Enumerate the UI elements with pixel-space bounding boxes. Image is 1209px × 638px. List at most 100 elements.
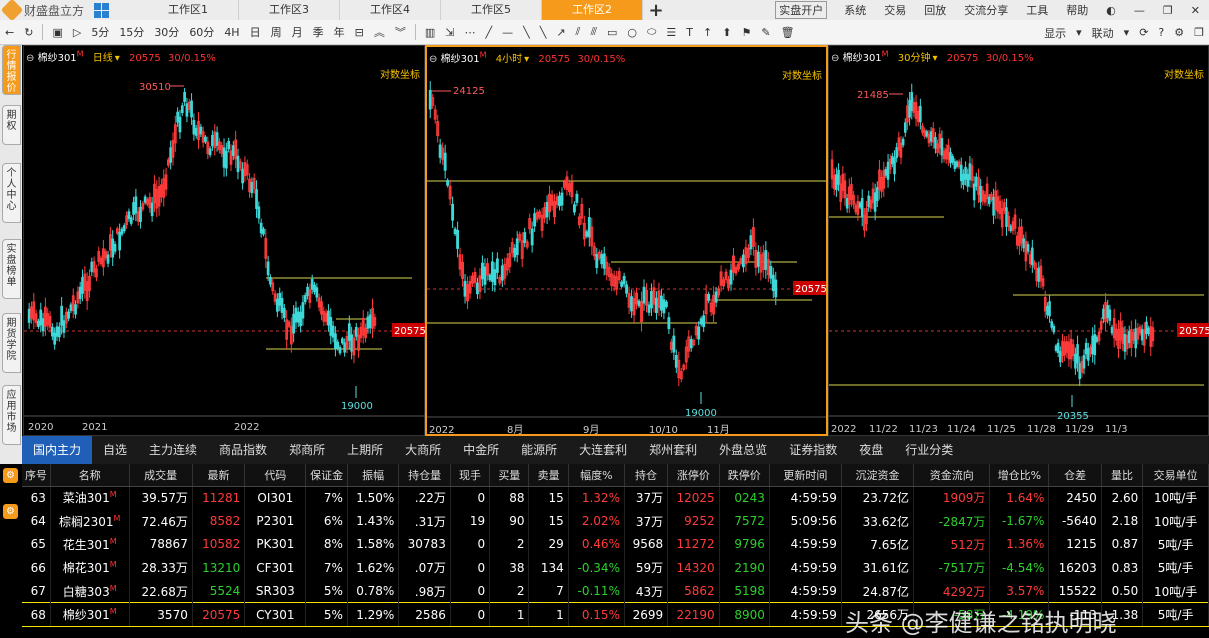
side-tab-ranking[interactable]: 实盘榜单: [2, 239, 21, 299]
period-selector[interactable]: 日线: [93, 53, 113, 64]
col-header-0[interactable]: 序号: [22, 464, 51, 487]
quote-gear-icon[interactable]: ⚙: [3, 468, 18, 483]
symbol-name[interactable]: 棉纱301: [441, 54, 480, 65]
menu-trade[interactable]: 交易: [875, 2, 915, 18]
col-header-9[interactable]: 买量: [489, 464, 530, 487]
col-header-15[interactable]: 更新时间: [769, 464, 842, 487]
table-row[interactable]: 65 花生301M 78867 10582 PK301 8% 1.58% 30783 0 2 29 0…: [22, 532, 1209, 557]
table-row[interactable]: 64 棕榈2301M 72.46万 8582 P2301 6% 1.43% .31万 19 90 1…: [22, 509, 1209, 533]
market-tab-6[interactable]: 大商所: [394, 436, 452, 464]
market-tab-7[interactable]: 中金所: [452, 436, 510, 464]
col-header-12[interactable]: 持仓: [624, 464, 669, 487]
minimize-icon[interactable]: —: [1125, 4, 1154, 17]
col-header-13[interactable]: 涨停价: [667, 464, 720, 487]
scroll-down-icon[interactable]: ︾: [390, 24, 411, 40]
period-week[interactable]: 周: [266, 24, 287, 40]
market-tab-11[interactable]: 外盘总览: [708, 436, 778, 464]
open-account-button[interactable]: 实盘开户: [775, 1, 828, 19]
market-tab-13[interactable]: 夜盘: [848, 436, 894, 464]
link-dropdown[interactable]: 联动: [1087, 25, 1119, 41]
side-tab-options[interactable]: 期权: [2, 105, 21, 145]
ellipse-icon[interactable]: ⬭: [642, 25, 661, 39]
col-header-17[interactable]: 资金流向: [913, 464, 991, 487]
parallel-icon[interactable]: ⫻: [585, 25, 602, 39]
col-header-21[interactable]: 交易单位: [1142, 464, 1209, 487]
settings-icon[interactable]: ⚙: [1169, 26, 1189, 39]
period-5m[interactable]: 5分: [86, 24, 114, 40]
eraser-icon[interactable]: ✎: [756, 26, 775, 39]
menu-share[interactable]: 交流分享: [955, 2, 1017, 18]
period-day[interactable]: 日: [245, 24, 266, 40]
col-header-4[interactable]: 代码: [244, 464, 307, 487]
col-header-3[interactable]: 最新: [192, 464, 246, 487]
log-scale-label[interactable]: 对数坐标: [380, 66, 420, 81]
table-row[interactable]: 63 菜油301M 39.57万 11281 OI301 7% 1.50% .22万 0 88 15…: [22, 486, 1209, 510]
link-icon[interactable]: ⊖: [26, 53, 34, 64]
layout-icon[interactable]: ⊟: [350, 26, 369, 39]
line-icon[interactable]: ╱: [480, 26, 497, 39]
col-header-6[interactable]: 振幅: [347, 464, 400, 487]
ray2-icon[interactable]: ╲: [535, 26, 552, 39]
col-header-20[interactable]: 量比: [1101, 464, 1144, 487]
bell-icon[interactable]: ⚑: [736, 26, 756, 39]
market-tab-0[interactable]: 国内主力: [22, 436, 93, 464]
menu-tools[interactable]: 工具: [1017, 2, 1057, 18]
text-icon[interactable]: T: [681, 26, 698, 39]
menu-system[interactable]: 系统: [835, 2, 875, 18]
period-quarter[interactable]: 季: [308, 24, 329, 40]
split-icon[interactable]: ▥: [420, 26, 440, 39]
close-icon[interactable]: ✕: [1182, 4, 1209, 17]
arrow-icon[interactable]: ↗: [551, 26, 570, 39]
circle-icon[interactable]: ○: [622, 26, 642, 39]
col-header-10[interactable]: 卖量: [528, 464, 569, 487]
col-header-14[interactable]: 跌停价: [719, 464, 770, 487]
col-header-8[interactable]: 现手: [450, 464, 491, 487]
work-tab-5[interactable]: 工作区5: [441, 0, 542, 20]
add-tab-button[interactable]: +: [643, 0, 669, 21]
symbol-name[interactable]: 棉纱301: [38, 53, 77, 64]
market-tab-14[interactable]: 行业分类: [894, 436, 964, 464]
log-scale-label[interactable]: 对数坐标: [1164, 66, 1204, 81]
link-icon[interactable]: ⊖: [429, 54, 437, 65]
link-icon[interactable]: ⊖: [831, 53, 839, 64]
market-tab-8[interactable]: 能源所: [510, 436, 568, 464]
chart-panel-daily[interactable]: 30510 19000 20575 2020 2021 2022 ⊖ 棉纱301M 日线 ▾…: [23, 45, 426, 436]
col-header-7[interactable]: 持仓量: [398, 464, 451, 487]
col-header-18[interactable]: 增仓比%: [989, 464, 1050, 487]
col-header-11[interactable]: 幅度%: [568, 464, 625, 487]
period-month[interactable]: 月: [287, 24, 308, 40]
up-arrow-icon[interactable]: ↑: [698, 26, 717, 39]
history-icon[interactable]: ⟳: [1134, 26, 1153, 39]
market-tab-2[interactable]: 主力连续: [138, 436, 208, 464]
market-tab-5[interactable]: 上期所: [336, 436, 394, 464]
col-header-1[interactable]: 名称: [50, 464, 130, 487]
channel-icon[interactable]: ⫽: [571, 25, 586, 39]
quote-gear2-icon[interactable]: ⚙: [3, 504, 18, 519]
rect-icon[interactable]: ▭: [602, 26, 622, 39]
side-tab-market[interactable]: 应用市场: [2, 385, 21, 445]
market-tab-4[interactable]: 郑商所: [278, 436, 336, 464]
scroll-up-icon[interactable]: ︽: [369, 24, 390, 40]
work-tab-4[interactable]: 工作区4: [340, 0, 441, 20]
play-icon[interactable]: ▷: [68, 26, 86, 39]
market-tab-9[interactable]: 大连套利: [568, 436, 638, 464]
menu-help[interactable]: 帮助: [1057, 2, 1097, 18]
back-icon[interactable]: ←: [0, 26, 19, 39]
market-tab-10[interactable]: 郑州套利: [638, 436, 708, 464]
log-scale-label[interactable]: 对数坐标: [782, 67, 822, 82]
work-tab-1[interactable]: 工作区1: [138, 0, 239, 20]
col-header-16[interactable]: 沉淀资金: [841, 464, 915, 487]
col-header-19[interactable]: 仓差: [1048, 464, 1102, 487]
chart-panel-4h[interactable]: 24125 19000 20575 2022 8月 9月 10/10 11月 ⊖ 棉纱301M…: [425, 45, 828, 436]
period-year[interactable]: 年: [329, 24, 350, 40]
market-tab-1[interactable]: 自选: [92, 436, 138, 464]
market-tab-12[interactable]: 证券指数: [778, 436, 848, 464]
work-tab-3[interactable]: 工作区3: [239, 0, 340, 20]
save-icon[interactable]: ▣: [47, 26, 67, 39]
help-icon[interactable]: ?: [1153, 26, 1169, 39]
col-header-2[interactable]: 成交量: [129, 464, 193, 487]
app-grid-icon[interactable]: [94, 2, 110, 18]
skin-icon[interactable]: ◐: [1097, 4, 1125, 17]
period-4h[interactable]: 4H: [219, 26, 244, 39]
side-tab-academy[interactable]: 期货学院: [2, 313, 21, 373]
